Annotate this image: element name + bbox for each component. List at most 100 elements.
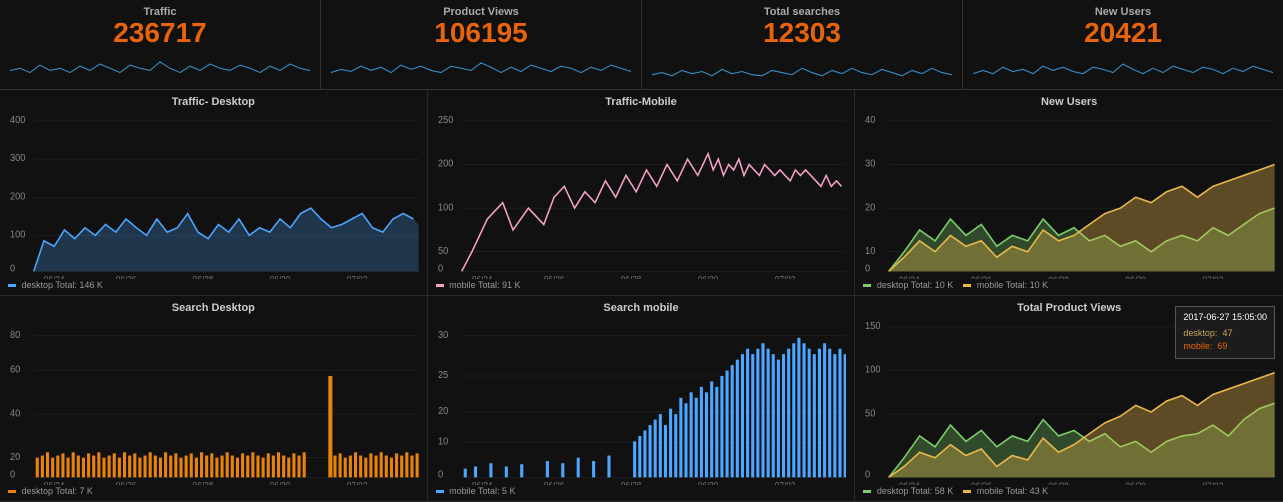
svg-text:06/24: 06/24	[44, 274, 65, 279]
sparkline-new-users	[973, 49, 1273, 79]
chart-svg-new-users: 40 30 20 10 0 06/24 06/26 06/28 06/30	[863, 110, 1275, 279]
svg-text:20: 20	[865, 202, 875, 213]
stat-value-new-users: 20421	[973, 18, 1273, 49]
svg-text:06/30: 06/30	[697, 480, 718, 485]
svg-text:0: 0	[10, 263, 15, 274]
svg-text:06/30: 06/30	[270, 480, 291, 485]
legend-label-nu-desktop: desktop Total: 10 K	[877, 280, 953, 290]
svg-text:06/28: 06/28	[193, 274, 214, 279]
chart-title-search-desktop: Search Desktop	[8, 300, 419, 316]
svg-text:07/02: 07/02	[347, 274, 368, 279]
legend-label-nu-mobile: mobile Total: 10 K	[977, 280, 1048, 290]
legend-label-mobile: mobile Total: 91 K	[449, 280, 520, 290]
legend-new-users-desktop: desktop Total: 10 K	[863, 280, 953, 290]
stat-card-traffic: Traffic 236717	[0, 0, 321, 89]
chart-title-traffic-mobile: Traffic-Mobile	[436, 94, 847, 110]
chart-footer-new-users: desktop Total: 10 K mobile Total: 10 K	[863, 279, 1275, 291]
chart-title-search-mobile: Search mobile	[436, 300, 847, 316]
svg-text:0: 0	[865, 263, 870, 274]
svg-text:150: 150	[865, 321, 880, 332]
chart-area-search-desktop: 80 60 40 20 0	[8, 316, 419, 485]
legend-new-users-mobile: mobile Total: 10 K	[963, 280, 1048, 290]
svg-text:07/02: 07/02	[347, 480, 368, 485]
chart-svg-traffic-desktop: 400 300 200 100 0 06/24 06/26 06/28 0	[8, 110, 419, 279]
charts-grid: Traffic- Desktop 400 300 200 100 0	[0, 90, 1283, 502]
legend-label-tpv-mobile: mobile Total: 43 K	[977, 486, 1048, 496]
svg-text:30: 30	[865, 158, 875, 169]
svg-text:50: 50	[865, 408, 875, 419]
svg-text:20: 20	[438, 406, 448, 417]
chart-footer-traffic-desktop: desktop Total: 146 K	[8, 279, 419, 291]
stat-card-new-users: New Users 20421	[963, 0, 1283, 89]
svg-text:50: 50	[438, 246, 448, 257]
svg-text:200: 200	[10, 191, 25, 202]
svg-text:06/28: 06/28	[620, 480, 641, 485]
svg-text:100: 100	[438, 202, 453, 213]
svg-text:06/26: 06/26	[116, 274, 137, 279]
legend-dot-nu-desktop	[863, 284, 871, 287]
legend-label-desktop: desktop Total: 146 K	[22, 280, 103, 290]
chart-traffic-mobile: Traffic-Mobile 250 200 100 50 0 06/24 06…	[428, 90, 856, 296]
legend-dot-sm	[436, 490, 444, 493]
svg-text:06/26: 06/26	[543, 480, 564, 485]
chart-title-traffic-desktop: Traffic- Desktop	[8, 94, 419, 110]
top-stats-bar: Traffic 236717 Product Views 106195 Tota…	[0, 0, 1283, 90]
svg-text:0: 0	[438, 263, 443, 274]
svg-text:40: 40	[865, 115, 875, 126]
svg-text:06/26: 06/26	[116, 480, 137, 485]
svg-text:06/24: 06/24	[472, 274, 493, 279]
svg-text:06/26: 06/26	[971, 274, 992, 279]
svg-text:06/28: 06/28	[620, 274, 641, 279]
svg-text:07/02: 07/02	[1203, 480, 1224, 485]
svg-text:200: 200	[438, 158, 453, 169]
legend-search-desktop: desktop Total: 7 K	[8, 486, 93, 496]
svg-text:06/28: 06/28	[1049, 274, 1070, 279]
svg-text:06/26: 06/26	[971, 480, 992, 485]
chart-area-traffic-desktop: 400 300 200 100 0 06/24 06/26 06/28 0	[8, 110, 419, 279]
svg-text:10: 10	[865, 246, 875, 257]
svg-text:20: 20	[10, 452, 20, 463]
legend-label-sd: desktop Total: 7 K	[22, 486, 93, 496]
svg-text:250: 250	[438, 115, 453, 126]
stat-card-product-views: Product Views 106195	[321, 0, 642, 89]
stat-card-searches: Total searches 12303	[642, 0, 963, 89]
chart-traffic-desktop: Traffic- Desktop 400 300 200 100 0	[0, 90, 428, 296]
chart-area-new-users: 40 30 20 10 0 06/24 06/26 06/28 06/30	[863, 110, 1275, 279]
legend-search-mobile: mobile Total: 5 K	[436, 486, 516, 496]
svg-text:0: 0	[438, 469, 443, 480]
chart-new-users: New Users 40 30 20 10 0 06/24 06/	[855, 90, 1283, 296]
legend-traffic-mobile: mobile Total: 91 K	[436, 280, 521, 290]
svg-text:07/02: 07/02	[774, 480, 795, 485]
chart-footer-traffic-mobile: mobile Total: 91 K	[436, 279, 847, 291]
svg-text:0: 0	[10, 469, 15, 480]
svg-text:06/24: 06/24	[44, 480, 65, 485]
svg-text:06/28: 06/28	[1049, 480, 1070, 485]
sparkline-traffic	[10, 49, 310, 79]
svg-text:06/24: 06/24	[899, 480, 920, 485]
sparkline-product-views	[331, 49, 631, 79]
svg-text:10: 10	[438, 436, 448, 447]
svg-text:300: 300	[10, 153, 25, 164]
chart-footer-search-mobile: mobile Total: 5 K	[436, 485, 847, 497]
svg-text:06/26: 06/26	[543, 274, 564, 279]
svg-text:06/24: 06/24	[899, 274, 920, 279]
chart-svg-traffic-mobile: 250 200 100 50 0 06/24 06/26 06/28 06/30…	[436, 110, 847, 279]
stat-value-product-views: 106195	[331, 18, 631, 49]
svg-text:60: 60	[10, 364, 20, 375]
chart-footer-search-desktop: desktop Total: 7 K	[8, 485, 419, 497]
svg-text:06/28: 06/28	[193, 480, 214, 485]
chart-title-new-users: New Users	[863, 94, 1275, 110]
legend-tpv-desktop: desktop Total: 58 K	[863, 486, 953, 496]
chart-area-total-product-views: 150 100 50 0 06/24 06/26 06/28 06/30 07/…	[863, 316, 1275, 485]
svg-text:06/24: 06/24	[472, 480, 493, 485]
svg-text:07/02: 07/02	[1203, 274, 1224, 279]
svg-text:06/30: 06/30	[697, 274, 718, 279]
svg-text:30: 30	[438, 330, 448, 341]
svg-text:80: 80	[10, 330, 20, 341]
svg-text:0: 0	[865, 469, 870, 480]
stat-value-traffic: 236717	[10, 18, 310, 49]
legend-label-tpv-desktop: desktop Total: 58 K	[877, 486, 953, 496]
legend-tpv-mobile: mobile Total: 43 K	[963, 486, 1048, 496]
chart-svg-search-mobile: 30 25 20 10 0	[436, 316, 847, 485]
chart-search-mobile: Search mobile 30 25 20 10 0	[428, 296, 856, 502]
